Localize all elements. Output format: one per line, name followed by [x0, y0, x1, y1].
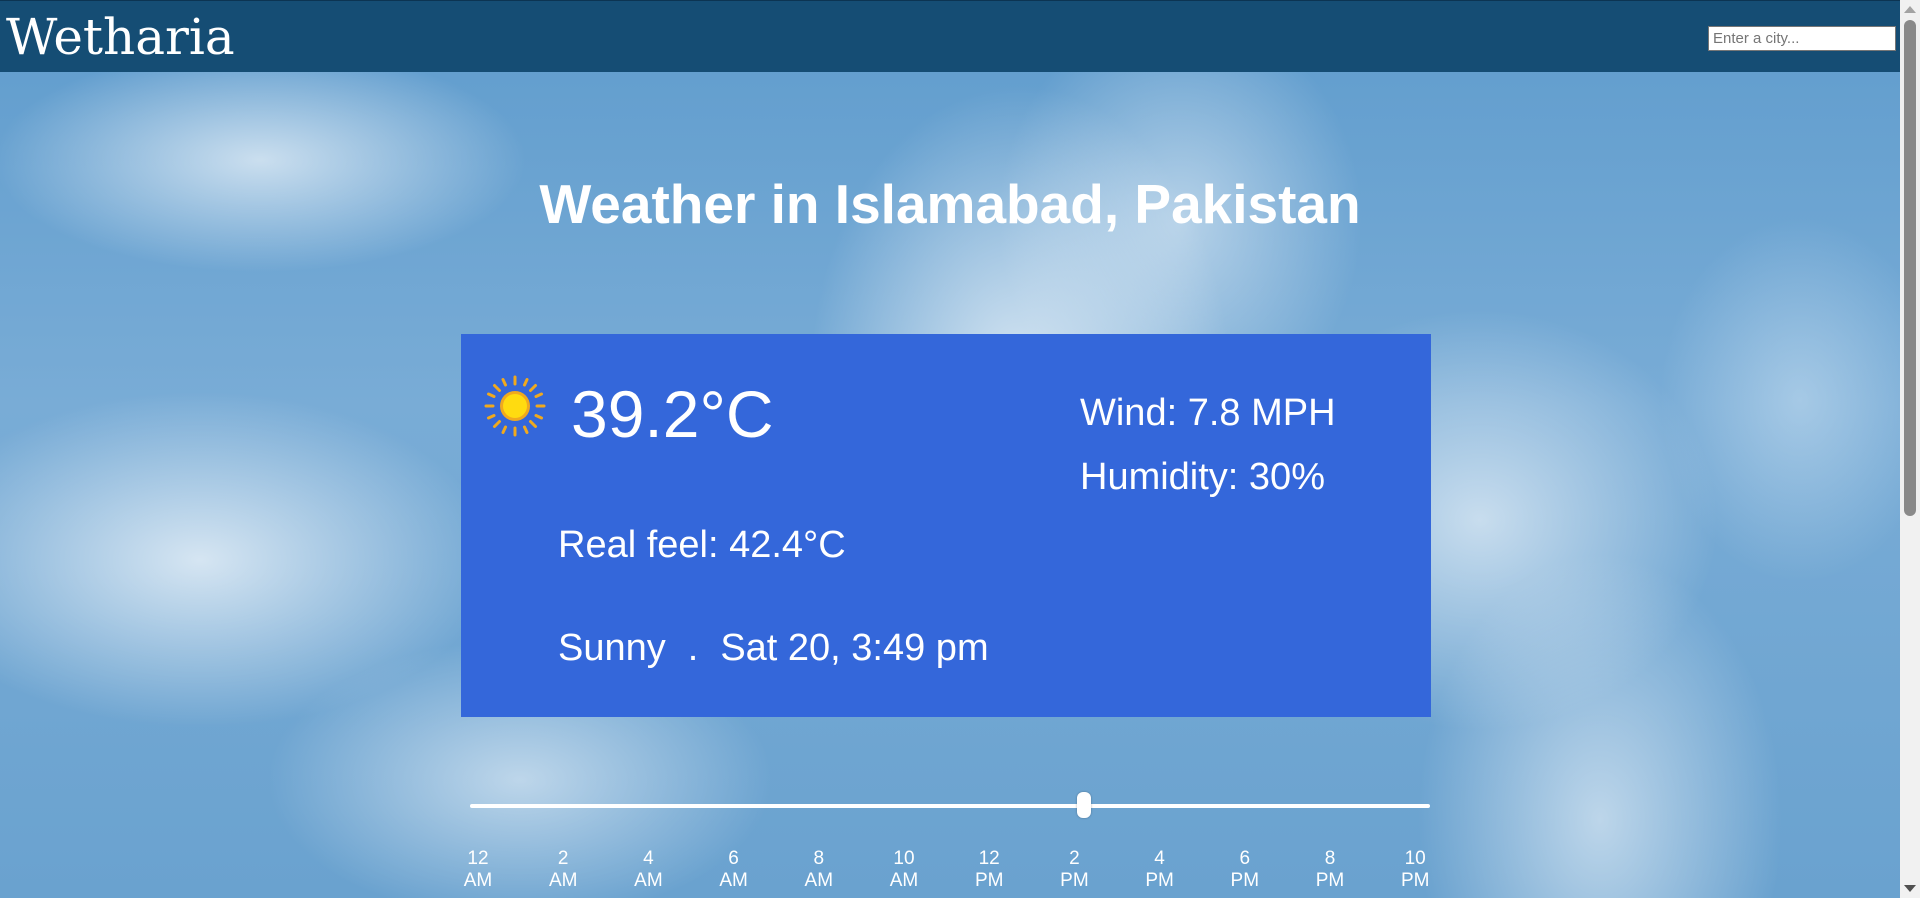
- humidity-value: Humidity: 30%: [1080, 456, 1325, 498]
- temperature-value: 39.2°C: [571, 377, 774, 451]
- tick-period: AM: [889, 870, 919, 891]
- tick-period: AM: [634, 870, 663, 891]
- scroll-up-arrow-icon[interactable]: [1904, 6, 1916, 13]
- top-navbar: Wetharia: [0, 0, 1900, 72]
- hour-tick-label: 4 PM: [1130, 848, 1190, 892]
- hour-tick-label: 2 PM: [1044, 848, 1104, 892]
- tick-period: AM: [719, 870, 748, 891]
- wind-speed: Wind: 7.8 MPH: [1080, 392, 1336, 434]
- hour-tick-label: 12 AM: [448, 848, 508, 892]
- hour-tick-label: 4 AM: [618, 848, 678, 892]
- tick-hour: 8: [813, 848, 825, 869]
- tick-hour: 10: [893, 848, 915, 869]
- city-search-input[interactable]: [1708, 26, 1896, 51]
- vertical-scrollbar[interactable]: [1900, 0, 1920, 898]
- tick-hour: 2: [1069, 848, 1080, 869]
- tick-period: PM: [1230, 870, 1260, 891]
- hour-tick-label: 6 AM: [704, 848, 764, 892]
- date-time: Sat 20, 3:49 pm: [720, 627, 989, 669]
- condition-datetime-line: Sunny. Sat 20, 3:49 pm: [558, 625, 989, 671]
- hour-tick-label: 10 PM: [1385, 848, 1445, 892]
- tick-period: PM: [1400, 870, 1430, 891]
- sun-icon: [484, 375, 546, 437]
- hour-tick-label: 8 AM: [789, 848, 849, 892]
- tick-hour: 10: [1404, 848, 1426, 869]
- tick-period: PM: [1145, 870, 1174, 891]
- hour-tick-label: 12 PM: [959, 848, 1019, 892]
- hour-tick-label: 2 AM: [533, 848, 593, 892]
- tick-hour: 12: [978, 848, 1000, 869]
- hour-slider-thumb[interactable]: [1077, 792, 1092, 818]
- tick-hour: 12: [467, 848, 489, 869]
- tick-period: AM: [548, 870, 578, 891]
- tick-period: PM: [1315, 870, 1345, 891]
- weather-card: 39.2°C Wind: 7.8 MPH Humidity: 30% Real …: [461, 334, 1431, 717]
- real-feel-value: Real feel: 42.4°C: [558, 524, 846, 566]
- hour-tick-labels: 12 AM 2 AM 4 AM 6 AM 8 AM 10 AM 12 PM 2 PM 4 PM 6 PM 8 PM 10 PM: [0, 848, 1900, 898]
- tick-period: PM: [1060, 870, 1089, 891]
- separator-dot: .: [687, 627, 699, 669]
- tick-hour: 8: [1324, 848, 1336, 869]
- tick-hour: 4: [643, 848, 654, 869]
- page-title: Weather in Islamabad, Pakistan: [539, 173, 1361, 235]
- hour-slider-track[interactable]: [470, 804, 1430, 808]
- brand-logo[interactable]: Wetharia: [6, 7, 235, 67]
- tick-period: AM: [804, 870, 834, 891]
- tick-hour: 6: [728, 848, 739, 869]
- hour-tick-label: 10 AM: [874, 848, 934, 892]
- tick-period: AM: [463, 870, 493, 891]
- scrollbar-thumb[interactable]: [1904, 20, 1916, 516]
- tick-hour: 4: [1154, 848, 1165, 869]
- hour-tick-label: 8 PM: [1300, 848, 1360, 892]
- tick-hour: 6: [1239, 848, 1251, 869]
- tick-hour: 2: [557, 848, 569, 869]
- weather-condition: Sunny: [558, 627, 666, 669]
- hour-tick-label: 6 PM: [1215, 848, 1275, 892]
- tick-period: PM: [974, 870, 1004, 891]
- scroll-down-arrow-icon[interactable]: [1904, 885, 1916, 892]
